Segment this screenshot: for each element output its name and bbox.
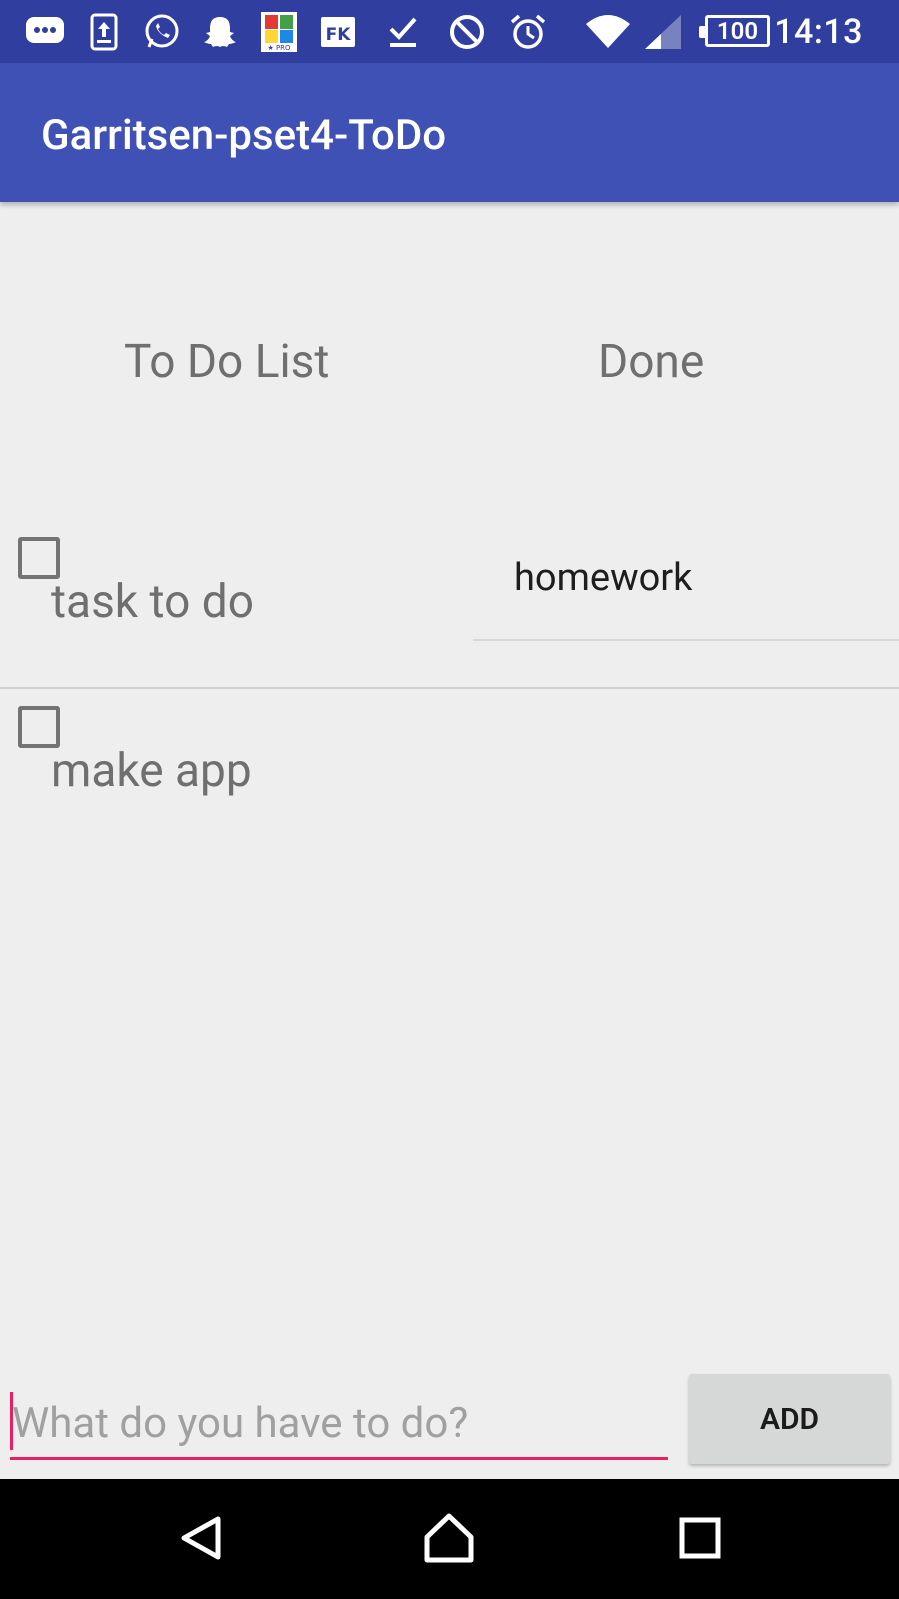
todo-list-header: To Do List [124, 335, 330, 389]
home-icon[interactable] [414, 1503, 484, 1573]
recents-icon[interactable] [665, 1503, 735, 1573]
task-checkbox[interactable] [18, 537, 60, 579]
wifi-icon [584, 12, 632, 52]
done-item-divider [473, 639, 899, 641]
svg-text:★ PRO: ★ PRO [267, 44, 291, 52]
do-not-disturb-icon [447, 12, 487, 52]
messages-icon [25, 12, 65, 52]
clock: 14:13 [774, 12, 863, 52]
app-title: Garritsen-pset4-ToDo [41, 111, 447, 160]
upload-icon [84, 12, 124, 52]
add-button[interactable]: ADD [689, 1374, 890, 1464]
alarm-icon [508, 12, 548, 52]
fk-icon: FK [318, 12, 358, 52]
status-bar: ★ PRO FK 100 14:13 [0, 0, 899, 63]
avg-pro-icon: ★ PRO [259, 12, 299, 52]
done-header: Done [598, 335, 705, 389]
task-label: make app [51, 744, 252, 798]
task-label: task to do [51, 575, 254, 629]
task-input[interactable] [10, 1390, 668, 1460]
list-item[interactable]: make app [0, 706, 470, 806]
battery-indicator: 100 [699, 15, 770, 47]
app-bar: Garritsen-pset4-ToDo [0, 63, 899, 202]
done-item[interactable]: homework [514, 556, 692, 600]
back-icon[interactable] [166, 1503, 236, 1573]
list-divider [0, 687, 899, 689]
text-cursor [10, 1392, 13, 1450]
download-done-icon [383, 12, 423, 52]
signal-icon [643, 12, 683, 52]
whatsapp-icon [142, 12, 182, 52]
snapchat-icon [200, 12, 240, 52]
task-checkbox[interactable] [18, 706, 60, 748]
svg-text:FK: FK [326, 25, 352, 45]
list-item[interactable]: task to do [0, 537, 470, 637]
navigation-bar [0, 1479, 899, 1599]
